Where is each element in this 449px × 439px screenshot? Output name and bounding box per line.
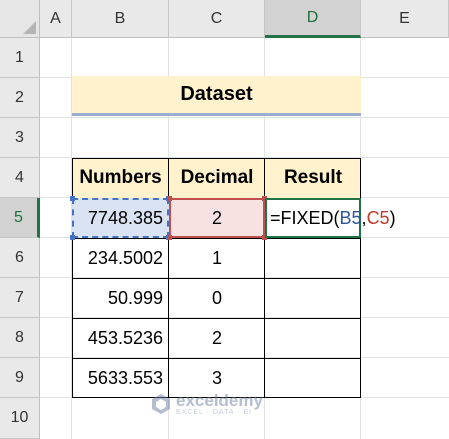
row-header-3[interactable]: 3 bbox=[0, 118, 40, 158]
cell-result[interactable] bbox=[265, 238, 361, 278]
row-header-9[interactable]: 9 bbox=[0, 358, 40, 398]
column-header-d[interactable]: D bbox=[265, 0, 361, 38]
cell-result[interactable] bbox=[265, 318, 361, 358]
table-border bbox=[264, 158, 265, 398]
formula-ref-b5: B5 bbox=[339, 207, 362, 228]
watermark-name: exceldemy bbox=[176, 391, 263, 410]
row-header-4[interactable]: 4 bbox=[0, 158, 40, 198]
exceldemy-watermark: exceldemy EXCEL · DATA · BI bbox=[150, 392, 263, 416]
cell-decimal[interactable]: 1 bbox=[169, 238, 265, 278]
cell-number[interactable]: 50.999 bbox=[72, 278, 169, 318]
cell-number[interactable]: 453.5236 bbox=[72, 318, 169, 358]
formula-prefix: =FIXED( bbox=[270, 207, 340, 228]
row-header-6[interactable]: 6 bbox=[0, 238, 40, 278]
cell-decimal[interactable]: 0 bbox=[169, 278, 265, 318]
gridline bbox=[40, 117, 449, 118]
table-border bbox=[72, 158, 73, 398]
cell-result[interactable] bbox=[265, 278, 361, 318]
column-header-c[interactable]: C bbox=[169, 0, 265, 38]
table-border bbox=[72, 318, 361, 319]
row-header-8[interactable]: 8 bbox=[0, 318, 40, 358]
formula-ref-c5: C5 bbox=[366, 207, 390, 228]
row-header-1[interactable]: 1 bbox=[0, 38, 40, 78]
cell-number[interactable]: 234.5002 bbox=[72, 238, 169, 278]
table-border bbox=[72, 278, 361, 279]
row-header-2[interactable]: 2 bbox=[0, 78, 40, 118]
table-border bbox=[360, 158, 361, 398]
table-border bbox=[168, 158, 169, 398]
select-all-icon bbox=[23, 21, 36, 34]
table-border bbox=[72, 158, 361, 159]
header-result[interactable]: Result bbox=[265, 158, 361, 198]
cell-decimal[interactable]: 2 bbox=[169, 318, 265, 358]
header-numbers[interactable]: Numbers bbox=[72, 158, 169, 198]
row-header-5[interactable]: 5 bbox=[0, 198, 40, 238]
header-decimal[interactable]: Decimal bbox=[169, 158, 265, 198]
dataset-title[interactable]: Dataset bbox=[72, 76, 361, 116]
formula-suffix: ) bbox=[389, 207, 396, 228]
row-header-10[interactable]: 10 bbox=[0, 398, 40, 439]
column-header-b[interactable]: B bbox=[72, 0, 169, 38]
table-border bbox=[72, 358, 361, 359]
formula-cell-d5[interactable]: =FIXED(B5, C5) bbox=[265, 198, 396, 238]
column-header-a[interactable]: A bbox=[40, 0, 72, 38]
watermark-tagline: EXCEL · DATA · BI bbox=[176, 409, 252, 416]
cell-decimal[interactable]: 2 bbox=[169, 198, 265, 238]
table-border bbox=[72, 238, 361, 239]
exceldemy-logo-icon bbox=[152, 394, 170, 414]
row-header-7[interactable]: 7 bbox=[0, 278, 40, 318]
select-all-corner[interactable] bbox=[0, 0, 40, 38]
cell-number[interactable]: 7748.385 bbox=[72, 198, 169, 238]
cell-result[interactable] bbox=[265, 358, 361, 398]
column-header-e[interactable]: E bbox=[361, 0, 449, 38]
